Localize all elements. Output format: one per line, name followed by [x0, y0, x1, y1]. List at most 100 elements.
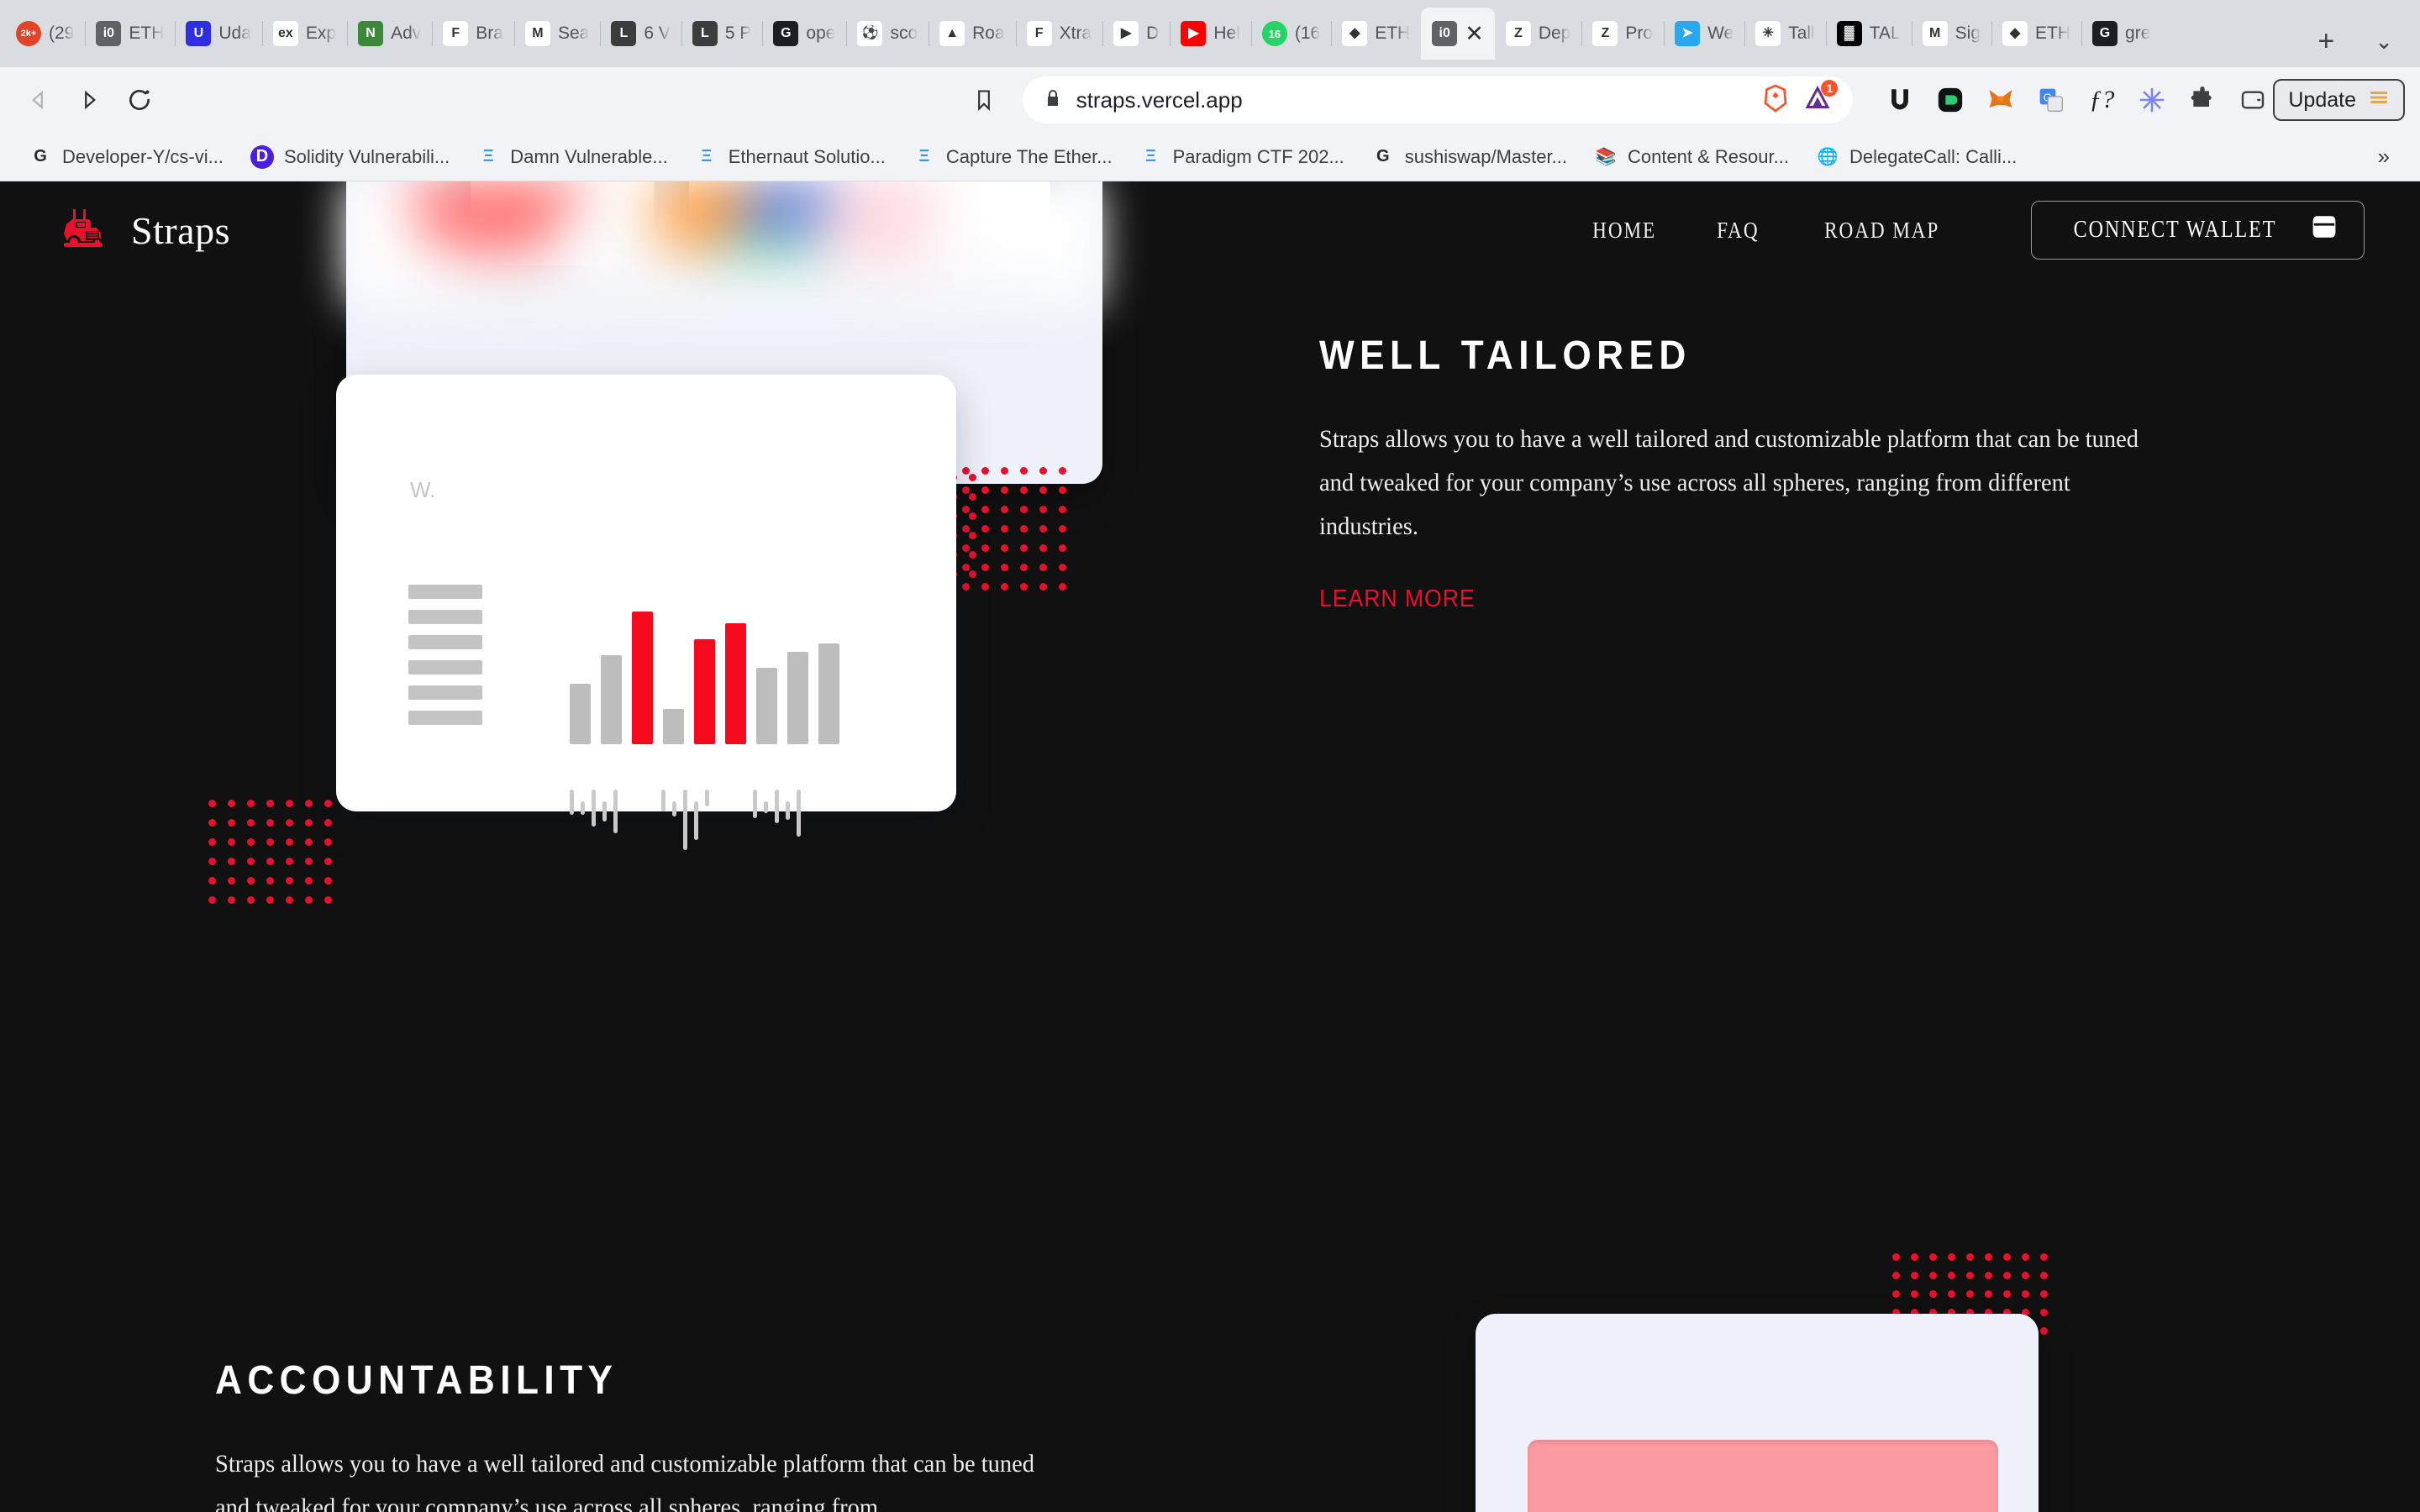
bookmark-item[interactable]: 📚 Content & Resour... — [1581, 139, 1802, 176]
bookmarks-overflow-button[interactable]: » — [2378, 144, 2405, 170]
nav-item-home[interactable]: HOME — [1592, 218, 1656, 244]
candle — [764, 801, 768, 813]
dot — [1020, 486, 1028, 494]
browser-tab[interactable]: ▓ TAL — [1825, 8, 1912, 60]
tab-title: Sea — [557, 24, 590, 43]
bookmark-item[interactable]: Ξ Ethernaut Solutio... — [681, 139, 899, 176]
bookmarks-bar[interactable]: G Developer-Y/cs-vi... D Solidity Vulnerabi… — [0, 133, 2420, 181]
bar — [632, 612, 653, 744]
dot — [962, 564, 970, 571]
dot — [1001, 564, 1008, 571]
browser-tab[interactable]: M Sig — [1911, 8, 1991, 60]
browser-tab[interactable]: F Bra — [432, 8, 514, 60]
phantom-wallet-icon[interactable] — [1933, 83, 1967, 117]
browser-tab[interactable]: ἱ0 ETH — [85, 8, 175, 60]
browser-tab[interactable]: Ggre — [2081, 8, 2161, 60]
globe-icon: ἱ0 — [96, 21, 122, 46]
bookmark-item[interactable]: G Developer-Y/cs-vi... — [15, 139, 237, 176]
browser-tab[interactable]: 2k+ (29 — [5, 8, 85, 60]
tab-strip[interactable]: 2k+ (29 ἱ0 ETH U Uda ex Exp N Adv F Bra M Sea L 6 V L 5 P… — [5, 0, 2299, 67]
bar — [694, 638, 715, 744]
learn-more-link[interactable]: LEARN MORE — [1319, 585, 1476, 613]
dot — [1059, 486, 1066, 494]
globe-icon: 🌐 — [1815, 144, 1839, 169]
browser-tab[interactable]: M Sea — [513, 8, 600, 60]
forward-button[interactable] — [66, 76, 113, 123]
ethereum-icon: ◆ — [1342, 21, 1368, 46]
update-button[interactable]: Update — [2273, 79, 2405, 121]
address-bar[interactable]: straps.vercel.app 1 — [1022, 76, 1854, 123]
nav-item-road-map[interactable]: ROAD MAP — [1824, 218, 1939, 244]
unstoppable-domains-icon[interactable] — [1883, 83, 1917, 117]
browser-tab[interactable]: Z Dep — [1495, 8, 1582, 60]
dot — [208, 858, 216, 865]
candle — [797, 790, 801, 837]
dot — [305, 858, 313, 865]
metamask-fox-icon[interactable] — [1984, 83, 2018, 117]
connect-wallet-button[interactable]: CONNECT WALLET — [2031, 201, 2365, 260]
brave-lion-icon[interactable] — [1760, 83, 1791, 118]
dot — [305, 896, 313, 904]
bookmark-item[interactable]: 🌐 DelegateCall: Calli... — [1802, 139, 2030, 176]
dot — [1911, 1253, 1918, 1261]
browser-tab[interactable]: ✳ Tall — [1744, 8, 1826, 60]
rabby-wallet-icon[interactable] — [2135, 83, 2169, 117]
browser-tab[interactable]: ⚽ sco — [846, 8, 929, 60]
browser-tab[interactable]: N Adv — [347, 8, 432, 60]
browser-tab[interactable]: Gope — [762, 8, 846, 60]
tab-title: 6 V — [644, 24, 671, 43]
browser-tab[interactable]: ◆ ETH — [1991, 8, 2081, 60]
browser-tab[interactable]: ▶ Hel — [1170, 8, 1251, 60]
red-truck-logo-icon — [55, 206, 109, 255]
keplr-wallet-icon[interactable] — [2236, 83, 2270, 117]
browser-tab[interactable]: ἱ0 ✕ — [1421, 8, 1495, 60]
bookmark-item[interactable]: Ξ Damn Vulnerable... — [463, 139, 681, 176]
browser-tab[interactable]: Z Pro — [1581, 8, 1664, 60]
browser-tab[interactable]: ◆ ETH — [1331, 8, 1421, 60]
chevron-down-icon[interactable]: ⌄ — [2353, 15, 2415, 67]
google-translate-icon[interactable]: G — [2034, 83, 2068, 117]
bookmark-item[interactable]: Gsushiswap/Master... — [1358, 139, 1581, 176]
dot — [266, 896, 274, 904]
nav-item-faq[interactable]: FAQ — [1717, 218, 1759, 244]
browser-tab[interactable]: U Uda — [175, 8, 262, 60]
bookmark-item[interactable]: Ξ Paradigm CTF 202... — [1126, 139, 1358, 176]
main-nav[interactable]: HOME FAQ ROAD MAP CONNECT WALLET — [1587, 201, 2365, 260]
hamburger-menu-icon[interactable] — [2368, 87, 2390, 114]
bookmark-item[interactable]: Ξ Capture The Ether... — [899, 139, 1126, 176]
fontanello-icon[interactable]: ƒ? — [2085, 83, 2118, 117]
puzzle-extensions-icon[interactable] — [2186, 83, 2219, 117]
browser-tab[interactable]: F Xtra — [1015, 8, 1103, 60]
dot — [247, 896, 255, 904]
dot — [981, 525, 989, 533]
browser-tab[interactable]: L 6 V — [600, 8, 681, 60]
browser-tab[interactable]: ▶ D — [1102, 8, 1170, 60]
dot — [2003, 1253, 2011, 1261]
candle — [613, 790, 618, 833]
bar — [663, 709, 684, 744]
browser-tab[interactable]: ➤ We — [1664, 8, 1744, 60]
bookmark-item[interactable]: D Solidity Vulnerabili... — [237, 139, 463, 176]
url-text: straps.vercel.app — [1076, 87, 1243, 113]
browser-tab[interactable]: ex Exp — [261, 8, 347, 60]
reload-button[interactable] — [116, 76, 163, 123]
tab-title: Uda — [218, 24, 251, 43]
browser-tab[interactable]: 16 (16 — [1250, 8, 1331, 60]
figma-icon: F — [443, 21, 469, 46]
ethereum-icon: ◆ — [2002, 21, 2028, 46]
candle — [694, 801, 698, 840]
bookmark-this-page-icon[interactable] — [960, 76, 1007, 123]
dot — [1985, 1253, 1992, 1261]
brave-rewards-icon[interactable]: 1 — [1802, 79, 1839, 118]
dot — [286, 858, 293, 865]
back-button[interactable] — [15, 76, 62, 123]
dot — [1001, 486, 1008, 494]
brand-logo[interactable]: Straps — [55, 206, 230, 255]
close-icon[interactable]: ✕ — [1465, 22, 1484, 45]
dot — [1001, 467, 1008, 475]
browser-tab[interactable]: L 5 P — [681, 8, 763, 60]
new-tab-button[interactable]: + — [2299, 15, 2353, 67]
gitlab-badge-icon: 2k+ — [16, 21, 41, 46]
browser-tab[interactable]: ▲ Roa — [929, 8, 1016, 60]
dot — [228, 877, 235, 885]
